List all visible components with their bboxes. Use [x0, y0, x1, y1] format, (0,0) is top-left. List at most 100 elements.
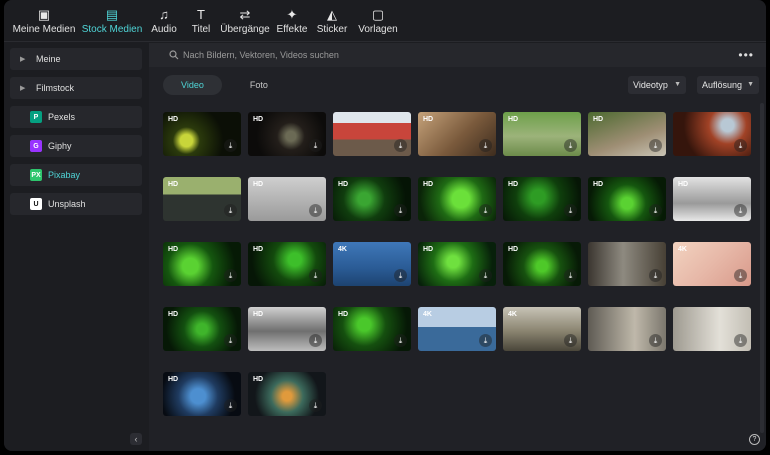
- quality-badge: HD: [253, 311, 264, 318]
- quality-badge: 4K: [508, 311, 517, 318]
- download-icon[interactable]: ⤓: [564, 269, 577, 282]
- quality-badge: HD: [593, 116, 604, 123]
- download-icon[interactable]: ⤓: [309, 139, 322, 152]
- download-icon[interactable]: ⤓: [649, 139, 662, 152]
- top-toolbar: ▣ Meine Medien ▤ Stock Medien ♫ Audio T Titel ⇄ Ü…: [4, 0, 766, 42]
- media-thumbnail[interactable]: HD ⤓: [673, 177, 751, 221]
- quality-badge: HD: [253, 116, 264, 123]
- media-thumbnail[interactable]: ⤓: [673, 112, 751, 156]
- sidebar-item-pexels[interactable]: P Pexels: [10, 106, 142, 128]
- quality-badge: HD: [508, 181, 519, 188]
- collapse-sidebar-button[interactable]: ‹: [130, 433, 142, 445]
- media-thumbnail[interactable]: HD ⤓: [163, 307, 241, 351]
- toolbar-tab-5[interactable]: ✦ Effekte: [272, 0, 312, 42]
- download-icon[interactable]: ⤓: [734, 334, 747, 347]
- help-icon[interactable]: ?: [749, 434, 760, 445]
- scrollbar[interactable]: [760, 103, 764, 433]
- download-icon[interactable]: ⤓: [394, 204, 407, 217]
- media-thumbnail[interactable]: HD ⤓: [333, 307, 411, 351]
- media-thumbnail[interactable]: HD ⤓: [248, 112, 326, 156]
- download-icon[interactable]: ⤓: [649, 204, 662, 217]
- quality-badge: HD: [168, 246, 179, 253]
- toolbar-tab-4[interactable]: ⇄ Übergänge: [218, 0, 272, 42]
- media-thumbnail[interactable]: HD ⤓: [588, 177, 666, 221]
- sidebar-item-pixabay[interactable]: PX Pixabay: [10, 164, 142, 186]
- media-thumbnail[interactable]: HD ⤓: [503, 242, 581, 286]
- media-thumbnail[interactable]: 4K ⤓: [333, 242, 411, 286]
- media-thumbnail[interactable]: HD ⤓: [248, 372, 326, 416]
- download-icon[interactable]: ⤓: [394, 139, 407, 152]
- toolbar-tab-7[interactable]: ▢ Vorlagen: [352, 0, 404, 42]
- media-thumbnail[interactable]: ⤓: [588, 242, 666, 286]
- media-thumbnail[interactable]: HD ⤓: [163, 112, 241, 156]
- download-icon[interactable]: ⤓: [564, 334, 577, 347]
- media-thumbnail[interactable]: HD ⤓: [418, 112, 496, 156]
- media-thumbnail[interactable]: HD ⤓: [163, 177, 241, 221]
- toolbar-tab-label: Titel: [191, 24, 211, 35]
- media-thumbnail[interactable]: 4K ⤓: [418, 307, 496, 351]
- media-thumbnail[interactable]: ⤓: [333, 112, 411, 156]
- download-icon[interactable]: ⤓: [564, 139, 577, 152]
- media-thumbnail[interactable]: HD ⤓: [418, 242, 496, 286]
- download-icon[interactable]: ⤓: [649, 334, 662, 347]
- download-icon[interactable]: ⤓: [564, 204, 577, 217]
- media-thumbnail[interactable]: HD ⤓: [503, 112, 581, 156]
- download-icon[interactable]: ⤓: [224, 204, 237, 217]
- download-icon[interactable]: ⤓: [224, 269, 237, 282]
- download-icon[interactable]: ⤓: [394, 334, 407, 347]
- toolbar-tab-0[interactable]: ▣ Meine Medien: [8, 0, 80, 42]
- download-icon[interactable]: ⤓: [224, 139, 237, 152]
- media-thumbnail[interactable]: HD ⤓: [248, 307, 326, 351]
- chevron-right-icon: ▶: [20, 85, 26, 92]
- toolbar-tab-2[interactable]: ♫ Audio: [144, 0, 184, 42]
- media-thumbnail[interactable]: 4K ⤓: [503, 307, 581, 351]
- app-window: ▣ Meine Medien ▤ Stock Medien ♫ Audio T Titel ⇄ Ü…: [4, 0, 766, 451]
- aufloesung-dropdown[interactable]: Auflösung ▼: [697, 76, 759, 94]
- download-icon[interactable]: ⤓: [309, 399, 322, 412]
- download-icon[interactable]: ⤓: [479, 334, 492, 347]
- download-icon[interactable]: ⤓: [734, 139, 747, 152]
- media-thumbnail[interactable]: HD ⤓: [333, 177, 411, 221]
- download-icon[interactable]: ⤓: [734, 204, 747, 217]
- media-thumbnail[interactable]: HD ⤓: [163, 372, 241, 416]
- media-thumbnail[interactable]: HD ⤓: [248, 177, 326, 221]
- title-icon: T: [197, 7, 205, 22]
- media-thumbnail[interactable]: HD ⤓: [418, 177, 496, 221]
- media-type-tabs: Video Foto: [163, 75, 296, 95]
- videotyp-dropdown[interactable]: Videotyp ▼: [628, 76, 686, 94]
- aufloesung-label: Auflösung: [702, 80, 743, 90]
- download-icon[interactable]: ⤓: [479, 204, 492, 217]
- toolbar-tab-label: Sticker: [316, 24, 348, 35]
- more-options-icon[interactable]: •••: [738, 48, 754, 62]
- search-input[interactable]: Nach Bildern, Vektoren, Videos suchen: [183, 50, 339, 60]
- download-icon[interactable]: ⤓: [734, 269, 747, 282]
- media-thumbnail[interactable]: HD ⤓: [503, 177, 581, 221]
- download-icon[interactable]: ⤓: [479, 139, 492, 152]
- download-icon[interactable]: ⤓: [224, 334, 237, 347]
- download-icon[interactable]: ⤓: [224, 399, 237, 412]
- download-icon[interactable]: ⤓: [649, 269, 662, 282]
- tab-foto[interactable]: Foto: [232, 75, 286, 95]
- media-thumbnail[interactable]: ⤓: [673, 307, 751, 351]
- tab-video[interactable]: Video: [163, 75, 222, 95]
- download-icon[interactable]: ⤓: [309, 269, 322, 282]
- media-thumbnail[interactable]: HD ⤓: [248, 242, 326, 286]
- sidebar-item-giphy[interactable]: G Giphy: [10, 135, 142, 157]
- sidebar-item-unsplash[interactable]: U Unsplash: [10, 193, 142, 215]
- sidebar-item-meine[interactable]: ▶ Meine: [10, 48, 142, 70]
- toolbar-tab-6[interactable]: ◭ Sticker: [312, 0, 352, 42]
- media-thumbnail[interactable]: 4K ⤓: [673, 242, 751, 286]
- toolbar-tab-3[interactable]: T Titel: [184, 0, 218, 42]
- search-bar[interactable]: Nach Bildern, Vektoren, Videos suchen ••…: [149, 43, 766, 67]
- download-icon[interactable]: ⤓: [479, 269, 492, 282]
- toolbar-tab-1[interactable]: ▤ Stock Medien: [80, 0, 144, 42]
- media-thumbnail[interactable]: HD ⤓: [588, 112, 666, 156]
- quality-badge: HD: [423, 116, 434, 123]
- download-icon[interactable]: ⤓: [309, 334, 322, 347]
- music-icon: ♫: [159, 7, 169, 22]
- download-icon[interactable]: ⤓: [309, 204, 322, 217]
- media-thumbnail[interactable]: ⤓: [588, 307, 666, 351]
- media-thumbnail[interactable]: HD ⤓: [163, 242, 241, 286]
- download-icon[interactable]: ⤓: [394, 269, 407, 282]
- sidebar-item-filmstock[interactable]: ▶ Filmstock: [10, 77, 142, 99]
